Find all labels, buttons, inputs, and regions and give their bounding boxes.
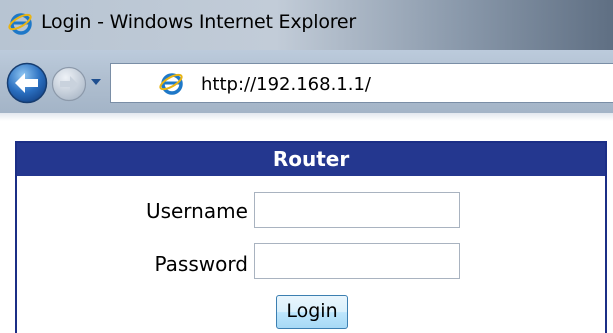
internet-explorer-icon (159, 73, 183, 95)
forward-button[interactable] (51, 66, 87, 102)
login-button[interactable]: Login (276, 295, 348, 329)
navigation-bar-edge (0, 113, 613, 121)
internet-explorer-icon (8, 13, 32, 35)
chevron-down-icon (91, 79, 101, 85)
password-label: Password : (154, 252, 261, 276)
back-button[interactable] (6, 62, 48, 104)
panel-header: Router (17, 143, 605, 176)
username-label: Username : (145, 199, 261, 223)
password-input[interactable] (254, 243, 460, 279)
window-title-bar: Login - Windows Internet Explorer (0, 0, 613, 50)
address-url[interactable]: http://192.168.1.1/ (201, 74, 371, 95)
address-bar[interactable]: http://192.168.1.1/ (110, 63, 613, 103)
history-dropdown-button[interactable] (90, 76, 102, 88)
panel-title: Router (272, 147, 350, 171)
username-input[interactable] (254, 192, 460, 228)
window-title: Login - Windows Internet Explorer (41, 11, 357, 33)
